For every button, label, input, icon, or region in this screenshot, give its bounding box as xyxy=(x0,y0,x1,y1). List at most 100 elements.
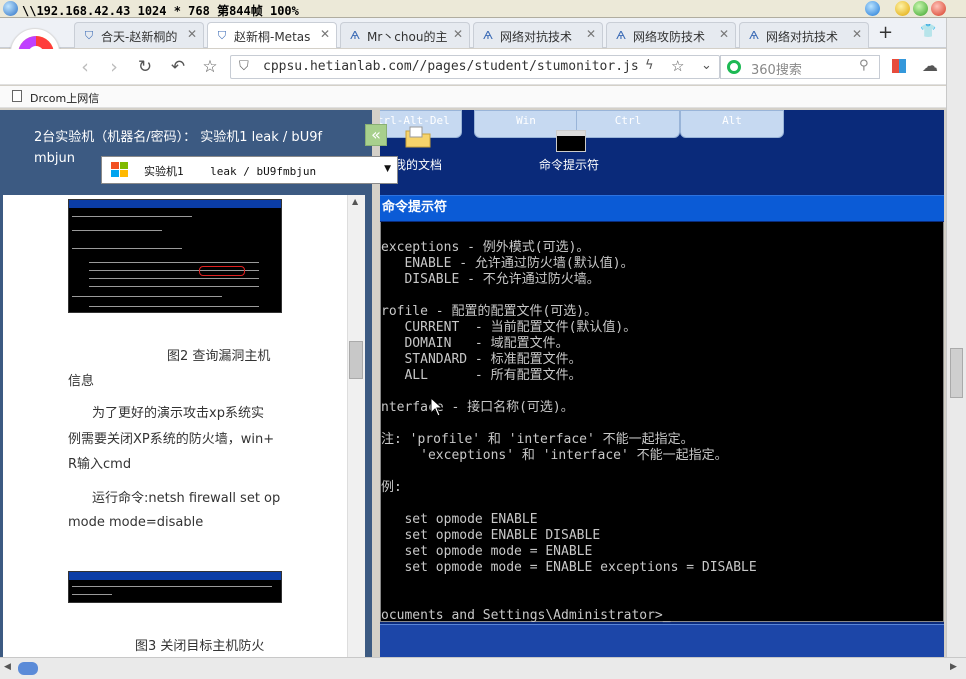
page-horizontal-scrollbar[interactable]: ◀ ▶ xyxy=(0,657,966,679)
apps-grid-icon[interactable] xyxy=(892,59,906,73)
scroll-left-icon[interactable]: ◀ xyxy=(4,662,11,672)
cmd-window-titlebar[interactable]: 命令提示符 xyxy=(380,195,944,221)
close-button[interactable] xyxy=(931,1,946,16)
bookmark-drcom[interactable]: Drcom上网信 xyxy=(30,90,99,106)
cmd-console[interactable]: exceptions - 例外模式(可选)。 ENABLE - 允许通过防火墙(… xyxy=(380,222,944,623)
tab-label: 赵新桐-Metas xyxy=(234,30,311,44)
para1-line2: 例需要关闭XP系统的防火墙，win+ xyxy=(68,432,275,447)
tab-network-attack-defense[interactable]: Ѧ 网络攻防技术 ✕ xyxy=(606,22,736,48)
machine-select-name: 实验机1 leak / bU9fmbjun xyxy=(144,165,317,178)
url-text: cppsu.hetianlab.com//pages/student/stumo… xyxy=(263,59,639,74)
cmd-line: DOMAIN - 域配置文件。 xyxy=(381,336,569,351)
cmd-line: rofile - 配置的配置文件(可选)。 xyxy=(381,304,598,319)
undo-button[interactable]: ↶ xyxy=(167,56,189,78)
cmd-line: ENABLE - 允许通过防火墙(默认值)。 xyxy=(381,256,634,271)
tab-label: Mr丶chou的主 xyxy=(367,30,448,44)
lightning-icon[interactable]: ϟ xyxy=(645,58,654,73)
key-ctrl-button[interactable]: Ctrl xyxy=(576,110,680,138)
shirt-icon[interactable]: 👕 xyxy=(920,24,936,39)
mouse-cursor-icon xyxy=(430,397,444,417)
scrollbar-thumb[interactable] xyxy=(950,348,963,398)
hetian-icon: Ѧ xyxy=(616,29,626,42)
close-icon[interactable]: ✕ xyxy=(320,27,330,41)
window-title: \\192.168.42.43 1024 * 768 第844帧 100% xyxy=(22,4,299,18)
search-icon[interactable]: ⚲ xyxy=(859,58,869,73)
scroll-up-icon[interactable]: ▲ xyxy=(352,197,358,206)
hetian-icon: Ѧ xyxy=(350,29,360,42)
para2-line2: mode mode=disable xyxy=(68,515,204,530)
cmd-line: 例: xyxy=(381,480,402,495)
minimize-button[interactable] xyxy=(895,1,910,16)
hetian-icon: Ѧ xyxy=(749,29,759,42)
cmd-line: exceptions - 例外模式(可选)。 xyxy=(381,240,590,255)
machine-select[interactable]: 实验机1 leak / bU9fmbjun ▼ xyxy=(101,156,398,184)
forward-button[interactable]: › xyxy=(103,56,125,78)
cmd-line: set opmode mode = ENABLE exceptions = DI… xyxy=(381,560,757,575)
document-scrollbar[interactable]: ▲ xyxy=(347,195,365,657)
hetian-icon: Ѧ xyxy=(483,29,493,42)
close-icon[interactable]: ✕ xyxy=(453,27,463,41)
chevron-down-icon[interactable]: ⌄ xyxy=(701,58,712,73)
cloud-icon[interactable]: ☁ xyxy=(922,56,938,75)
para1-line1: 为了更好的演示攻击xp系统实 xyxy=(92,406,264,421)
maximize-button[interactable] xyxy=(913,1,928,16)
close-icon[interactable]: ✕ xyxy=(719,27,729,41)
key-alt-button[interactable]: Alt xyxy=(680,110,784,138)
windows-logo-icon xyxy=(110,161,130,183)
fig2-caption-cont: 信息 xyxy=(68,374,95,389)
cmd-line: nterface - 接口名称(可选)。 xyxy=(381,400,574,415)
scroll-right-icon[interactable]: ▶ xyxy=(950,662,957,672)
scrollbar-thumb[interactable] xyxy=(18,662,38,675)
remote-taskbar xyxy=(380,624,944,657)
tab-metasploit[interactable]: ⛉ 赵新桐-Metas ✕ xyxy=(207,22,337,48)
chevron-down-icon[interactable]: ▼ xyxy=(384,164,391,174)
shield-status-icon xyxy=(865,1,880,16)
bookmark-star-icon[interactable]: ☆ xyxy=(671,57,684,75)
lab-info-panel: 2台实验机（机器名/密码）： 实验机1 leak / bU9f mbjun 实验… xyxy=(0,110,398,657)
page-vertical-scrollbar[interactable] xyxy=(946,18,966,657)
my-documents-folder-icon[interactable] xyxy=(404,125,432,149)
reload-button[interactable]: ↻ xyxy=(134,56,156,78)
cmd-shortcut-label[interactable]: 命令提示符 xyxy=(539,156,599,173)
navigation-bar: ‹ › ↻ ↶ ☆ ⛉ cppsu.hetianlab.com//pages/s… xyxy=(0,49,946,85)
tab-label: 合天-赵新桐的 xyxy=(101,30,178,44)
close-icon[interactable]: ✕ xyxy=(586,27,596,41)
tab-label: 网络对抗技术 xyxy=(500,30,573,44)
cmd-line: CURRENT - 当前配置文件(默认值)。 xyxy=(381,320,637,335)
para1-line3: R输入cmd xyxy=(68,457,132,472)
browser-tab-strip: ⛉ 合天-赵新桐的 ✕ ⛉ 赵新桐-Metas ✕ Ѧ Mr丶chou的主 ✕ … xyxy=(0,18,946,48)
cmd-line: DISABLE - 不允许通过防火墙。 xyxy=(381,272,600,287)
tab-network-adversarial-1[interactable]: Ѧ 网络对抗技术 ✕ xyxy=(473,22,603,48)
back-button[interactable]: ‹ xyxy=(74,56,96,78)
address-bar[interactable]: ⛉ cppsu.hetianlab.com//pages/student/stu… xyxy=(230,55,720,79)
bookmarks-bar: Drcom上网信 xyxy=(0,86,946,108)
cmd-line: set opmode mode = ENABLE xyxy=(381,544,593,559)
close-icon[interactable]: ✕ xyxy=(187,27,197,41)
scrollbar-thumb[interactable] xyxy=(349,341,363,379)
cmd-line: set opmode ENABLE xyxy=(381,512,538,527)
ipconfig-screenshot xyxy=(68,199,282,313)
my-documents-label[interactable]: 我的文档 xyxy=(394,156,442,173)
close-icon[interactable]: ✕ xyxy=(852,27,862,41)
experiment-document: 图2 查询漏洞主机 信息 为了更好的演示攻击xp系统实 例需要关闭XP系统的防火… xyxy=(3,195,365,657)
tab-hetian-1[interactable]: ⛉ 合天-赵新桐的 ✕ xyxy=(74,22,204,48)
search-input[interactable]: 360搜索 ⚲ xyxy=(720,55,880,79)
new-tab-button[interactable]: + xyxy=(878,22,893,43)
cmd-line: set opmode ENABLE DISABLE xyxy=(381,528,601,543)
netsh-screenshot xyxy=(68,571,282,603)
cmd-line: ALL - 所有配置文件。 xyxy=(381,368,582,383)
cmd-window-title: 命令提示符 xyxy=(382,200,448,215)
tab-label: 网络攻防技术 xyxy=(633,30,706,44)
para2-line1: 运行命令:netsh firewall set op xyxy=(92,491,281,506)
collapse-panel-button[interactable]: « xyxy=(365,124,387,146)
remote-desktop-view[interactable]: Ctrl-Alt-Del Win Ctrl Alt 我的文档 命令提示符 命令提… xyxy=(380,110,944,657)
cmd-line: 注: 'profile' 和 'interface' 不能一起指定。 xyxy=(381,432,694,447)
tab-mrchou[interactable]: Ѧ Mr丶chou的主 ✕ xyxy=(340,22,470,48)
globe-icon xyxy=(3,1,18,16)
cmd-line: 'exceptions' 和 'interface' 不能一起指定。 xyxy=(381,448,728,463)
cmd-shortcut-icon[interactable] xyxy=(556,130,586,152)
fig2-caption: 图2 查询漏洞主机 xyxy=(167,349,271,364)
cmd-line: STANDARD - 标准配置文件。 xyxy=(381,352,582,367)
tab-network-adversarial-2[interactable]: Ѧ 网络对抗技术 ✕ xyxy=(739,22,869,48)
favorite-star-button[interactable]: ☆ xyxy=(199,56,221,78)
